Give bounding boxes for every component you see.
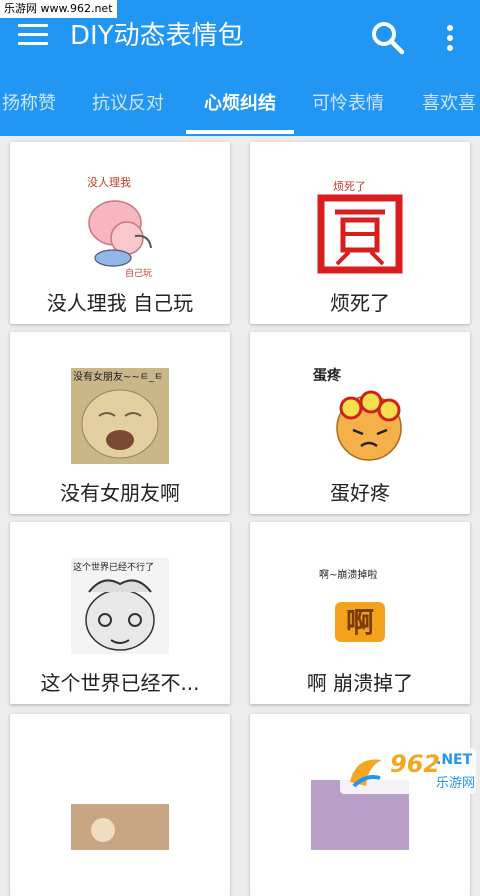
hamburger-menu-icon[interactable] [18,24,48,48]
sticker-card[interactable]: 没人理我 自己玩 没人理我 自己玩 [10,142,230,324]
category-tabs: 扬称赞 抗议反对 心烦纠结 可怜表情 喜欢喜 [0,74,480,136]
site-logo-watermark: 962 .NET 乐游网 [340,748,476,794]
app-title: DIY动态表情包 [70,21,244,51]
sticker-image: 蛋疼 [313,367,402,461]
sticker-card[interactable]: 这个世界已经不行了 这个世界已经不... [10,522,230,704]
sticker-caption: 没人理我 自己玩 [46,291,194,315]
sticker-image: 这个世界已经不行了 [71,558,169,654]
sticker-text: 蛋疼 [313,367,342,384]
sticker-text: 没人理我 [87,176,131,189]
logo-name: 乐游网 [436,776,476,791]
tab-4[interactable]: 喜欢喜 [422,74,476,136]
sticker-text: 啊~崩溃掉啦 [319,568,377,581]
sticker-card[interactable]: 没有女朋友~~ㅌ_ㅌ 没有女朋友啊 [10,332,230,514]
sticker-caption: 没有女朋友啊 [60,481,180,505]
sticker-image: 啊~崩溃掉啦 啊 [319,568,385,642]
sticker-card[interactable]: 蛋疼 蛋好疼 [250,332,470,514]
sticker-card[interactable]: 啊~崩溃掉啦 啊 啊 崩溃掉了 [250,522,470,704]
more-vertical-icon[interactable] [438,22,462,54]
sticker-image: 没有女朋友~~ㅌ_ㅌ [71,368,169,464]
active-tab-indicator [186,130,294,134]
tab-0[interactable]: 扬称赞 [2,74,56,136]
sticker-caption: 蛋好疼 [330,481,390,505]
sticker-caption: 啊 崩溃掉了 [306,671,414,695]
sticker-card[interactable] [250,714,470,896]
sticker-caption: 烦死了 [330,291,390,315]
sticker-caption: 这个世界已经不... [40,671,200,695]
sticker-image [71,804,169,850]
tab-1[interactable]: 抗议反对 [92,74,164,136]
sticker-text: 自己玩 [125,267,152,278]
sticker-card[interactable] [10,714,230,896]
sticker-image: 没人理我 自己玩 [87,176,152,278]
logo-number: 962 [390,750,441,778]
sticker-image: 烦死了 [317,180,403,274]
site-watermark: 乐游网 www.962.net [0,0,117,18]
sticker-card[interactable]: 烦死了 烦死了 [250,142,470,324]
tab-2[interactable]: 心烦纠结 [204,74,276,136]
sticker-grid: 没人理我 自己玩 没人理我 自己玩 烦死了 烦死了 没有女朋友~~ㅌ_ㅌ 没有女… [0,136,480,896]
tab-3[interactable]: 可怜表情 [312,74,384,136]
sticker-text: 啊 [346,606,374,639]
sticker-text: 烦死了 [333,180,366,193]
sticker-text: 这个世界已经不行了 [73,561,154,573]
sticker-text: 没有女朋友~~ㅌ_ㅌ [73,370,163,383]
search-icon[interactable] [368,18,408,58]
logo-icon [350,759,382,788]
logo-net: .NET [436,752,473,768]
